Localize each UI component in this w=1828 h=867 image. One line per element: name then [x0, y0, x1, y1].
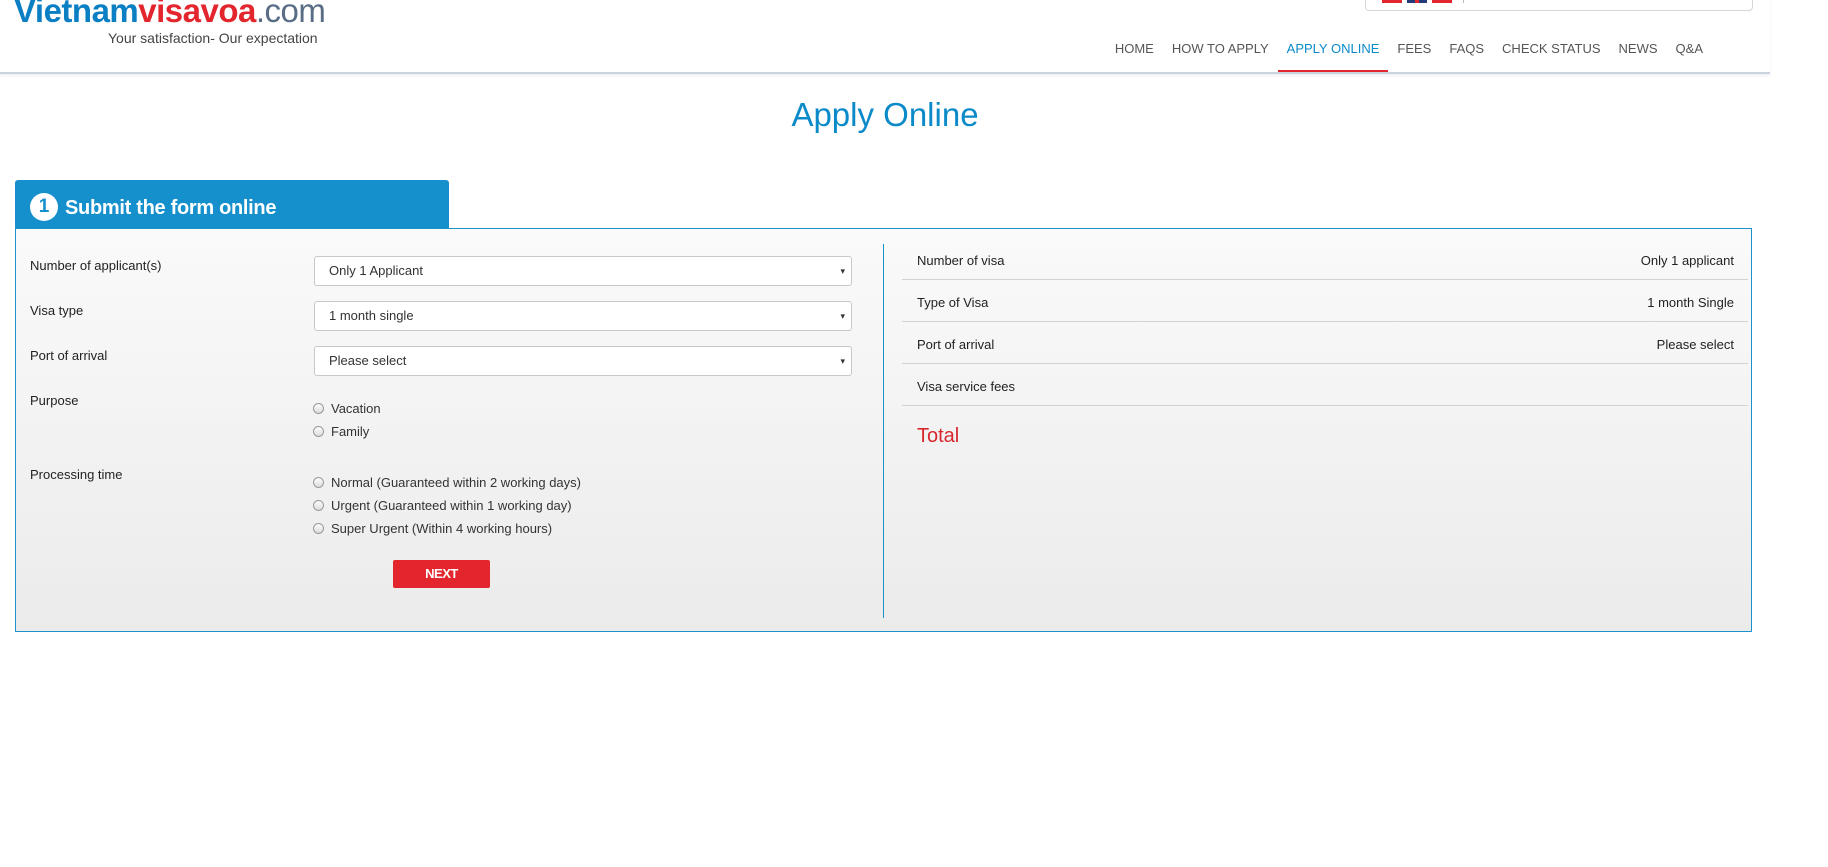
- purpose-option-family[interactable]: Family: [313, 424, 369, 439]
- radio-button[interactable]: [313, 425, 324, 437]
- nav-news[interactable]: NEWS: [1610, 41, 1667, 57]
- processing-option-normal[interactable]: Normal (Guaranteed within 2 working days…: [313, 475, 581, 490]
- chevron-down-icon: ▾: [840, 266, 845, 276]
- port-select[interactable]: Please select ▾: [314, 346, 852, 376]
- chevron-down-icon: ▾: [840, 311, 845, 321]
- nav-fees[interactable]: FEES: [1388, 41, 1440, 57]
- visa-type-select-value: 1 month single: [329, 308, 414, 323]
- purpose-label: Purpose: [30, 393, 79, 408]
- radio-button[interactable]: [313, 402, 324, 414]
- site-tagline: Your satisfaction- Our expectation: [108, 30, 318, 46]
- summary-row-port-of-arrival: Port of arrival Please select: [902, 323, 1748, 364]
- nav-check-status[interactable]: CHECK STATUS: [1493, 41, 1609, 57]
- step-tab: 1 Submit the form online: [15, 180, 449, 228]
- next-button[interactable]: NEXT: [393, 560, 490, 588]
- nav-apply-online[interactable]: APPLY ONLINE: [1277, 41, 1389, 72]
- page-title: Apply Online: [791, 96, 979, 133]
- processing-time-label: Processing time: [30, 467, 123, 482]
- site-logo[interactable]: Vietnamvisavoa.com: [14, 0, 326, 30]
- applicants-label: Number of applicant(s): [30, 258, 162, 273]
- visa-type-label: Visa type: [30, 303, 84, 318]
- apply-form-panel: Number of applicant(s) Only 1 Applicant …: [15, 228, 1752, 632]
- processing-option-super-urgent[interactable]: Super Urgent (Within 4 working hours): [313, 521, 552, 536]
- step-number-badge: 1: [30, 193, 58, 221]
- uk-flag-icon[interactable]: [1407, 0, 1427, 3]
- site-header: Vietnamvisavoa.com Your satisfaction- Ou…: [0, 0, 1770, 74]
- china-flag-icon[interactable]: [1432, 0, 1452, 3]
- radio-button[interactable]: [313, 476, 324, 488]
- summary-row-number-of-visa: Number of visa Only 1 applicant: [902, 239, 1748, 280]
- vietnam-flag-icon[interactable]: [1382, 0, 1402, 3]
- port-select-value: Please select: [329, 353, 407, 368]
- main-nav: HOME HOW TO APPLY APPLY ONLINE FEES FAQS…: [1106, 41, 1712, 72]
- summary-total-label: Total: [917, 425, 960, 447]
- applicants-select-value: Only 1 Applicant: [329, 263, 423, 278]
- nav-how-to-apply[interactable]: HOW TO APPLY: [1163, 41, 1278, 57]
- visa-type-select[interactable]: 1 month single ▾: [314, 301, 852, 331]
- panel-divider: [883, 244, 884, 618]
- chevron-down-icon: ▾: [840, 356, 845, 366]
- summary-row-type-of-visa: Type of Visa 1 month Single: [902, 281, 1748, 322]
- port-label: Port of arrival: [30, 348, 108, 363]
- applicants-select[interactable]: Only 1 Applicant ▾: [314, 256, 852, 286]
- nav-home[interactable]: HOME: [1106, 41, 1163, 57]
- language-switcher: [1365, 0, 1753, 11]
- step-label: Submit the form online: [65, 197, 277, 219]
- purpose-option-vacation[interactable]: Vacation: [313, 401, 381, 416]
- radio-button[interactable]: [313, 499, 324, 511]
- nav-faqs[interactable]: FAQS: [1440, 41, 1493, 57]
- summary-row-visa-service-fees: Visa service fees: [902, 365, 1748, 406]
- nav-qa[interactable]: Q&A: [1667, 41, 1712, 57]
- processing-option-urgent[interactable]: Urgent (Guaranteed within 1 working day): [313, 498, 572, 513]
- radio-button[interactable]: [313, 522, 324, 534]
- language-divider: [1463, 0, 1464, 3]
